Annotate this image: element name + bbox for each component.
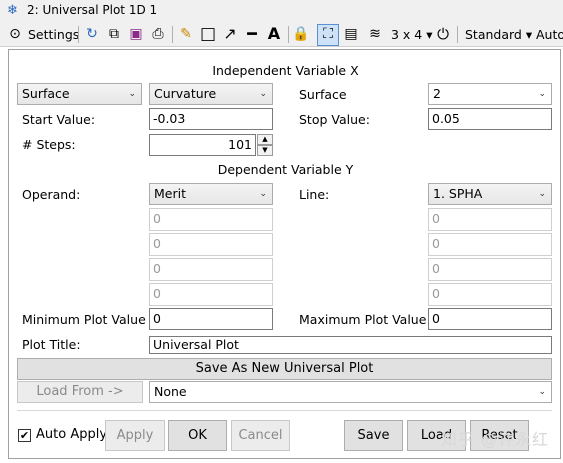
min-plot-value-label: Minimum Plot Value bbox=[22, 312, 146, 327]
auto-dropdown[interactable]: Auto bbox=[536, 25, 563, 44]
stop-value-label: Stop Value: bbox=[299, 112, 370, 127]
copy-icon[interactable]: ⧉ bbox=[105, 25, 123, 43]
toolbar-divider bbox=[172, 26, 173, 43]
apply-button: Apply bbox=[105, 420, 165, 451]
variable-type-select[interactable]: Surface ⌄ bbox=[17, 83, 142, 105]
app-icon: ❄ bbox=[7, 3, 18, 18]
watermark-text: 知乎 @许永红 bbox=[440, 430, 549, 449]
standard-dropdown[interactable]: Standard ▾ bbox=[465, 25, 532, 44]
auto-apply-label: Auto Apply bbox=[36, 427, 108, 442]
surface-select[interactable]: 2 ⌄ bbox=[428, 83, 552, 105]
layers-icon[interactable]: ≋ bbox=[366, 25, 384, 43]
toolbar: ⊙ Settings ↻ ⧉ ▣ ⎙ ✎ □ ↗ ━ A 🔒 ⛶ ▤ ≋ 3 x… bbox=[0, 22, 563, 47]
auto-apply-checkbox[interactable]: ✔ bbox=[18, 429, 31, 442]
max-plot-value-label: Maximum Plot Value bbox=[299, 312, 427, 327]
footer-divider bbox=[17, 410, 552, 411]
load-from-select[interactable]: None ⌄ bbox=[149, 381, 552, 403]
line-param-field: 0 bbox=[428, 233, 552, 256]
stop-value-input[interactable]: 0.05 bbox=[428, 108, 552, 130]
plot-title-input[interactable]: Universal Plot bbox=[149, 336, 552, 354]
line-param-field: 0 bbox=[428, 258, 552, 281]
ok-button[interactable]: OK bbox=[168, 420, 227, 451]
operand-param-field: 0 bbox=[149, 208, 273, 231]
chevron-down-icon: ⌄ bbox=[538, 89, 546, 99]
window-title: 2: Universal Plot 1D 1 bbox=[27, 3, 158, 17]
independent-variable-header: Independent Variable X bbox=[212, 63, 359, 78]
operand-label: Operand: bbox=[22, 187, 81, 202]
refresh-icon[interactable]: ↻ bbox=[83, 25, 101, 43]
toolbar-divider bbox=[78, 26, 79, 43]
steps-input[interactable]: 101 bbox=[149, 134, 256, 156]
cancel-button: Cancel bbox=[231, 420, 290, 451]
parameter-select[interactable]: Curvature ⌄ bbox=[149, 83, 273, 105]
text-icon[interactable]: A bbox=[265, 25, 283, 43]
operand-param-field: 0 bbox=[149, 258, 273, 281]
save-as-new-universal-plot-button[interactable]: Save As New Universal Plot bbox=[17, 358, 552, 380]
load-from-button: Load From -> bbox=[17, 381, 143, 403]
operand-select[interactable]: Merit ⌄ bbox=[149, 183, 273, 205]
max-plot-value-input[interactable]: 0 bbox=[428, 308, 552, 330]
start-value-label: Start Value: bbox=[22, 112, 96, 127]
chevron-down-icon: ⌄ bbox=[259, 89, 267, 99]
settings-icon[interactable]: ⊙ bbox=[6, 25, 24, 43]
window-icon[interactable]: ▤ bbox=[342, 25, 360, 43]
steps-up-button[interactable]: ▲ bbox=[257, 134, 273, 145]
save-button[interactable]: Save bbox=[344, 420, 403, 451]
start-value-input[interactable]: -0.03 bbox=[149, 108, 273, 130]
chevron-down-icon: ⌄ bbox=[259, 189, 267, 199]
save-icon[interactable]: ▣ bbox=[127, 25, 145, 43]
toolbar-divider bbox=[288, 26, 289, 43]
title-bar: ❄ 2: Universal Plot 1D 1 bbox=[0, 0, 563, 22]
surface-label: Surface bbox=[299, 87, 347, 102]
chevron-down-icon: ⌄ bbox=[538, 387, 546, 397]
line-icon[interactable]: ━ bbox=[243, 25, 261, 43]
pencil-icon[interactable]: ✎ bbox=[177, 25, 195, 43]
rectangle-icon[interactable]: □ bbox=[199, 25, 217, 43]
line-param-field: 0 bbox=[428, 208, 552, 231]
fit-view-icon[interactable]: ⛶ bbox=[317, 24, 339, 46]
chevron-down-icon: ⌄ bbox=[538, 189, 546, 199]
operand-param-field: 0 bbox=[149, 233, 273, 256]
line-param-field: 0 bbox=[428, 283, 552, 306]
layout-dropdown[interactable]: 3 x 4 ▾ bbox=[391, 25, 433, 44]
power-icon[interactable]: ⏻ bbox=[434, 25, 452, 43]
chevron-down-icon: ⌄ bbox=[128, 89, 136, 99]
plot-title-label: Plot Title: bbox=[22, 337, 81, 352]
operand-param-field: 0 bbox=[149, 283, 273, 306]
print-icon[interactable]: ⎙ bbox=[149, 25, 167, 43]
arrow-icon[interactable]: ↗ bbox=[221, 25, 239, 43]
dependent-variable-header: Dependent Variable Y bbox=[217, 162, 354, 177]
settings-panel: Independent Variable X Surface ⌄ Curvatur… bbox=[8, 49, 561, 459]
steps-down-button[interactable]: ▼ bbox=[257, 145, 273, 156]
steps-label: # Steps: bbox=[22, 137, 76, 152]
lock-icon[interactable]: 🔒 bbox=[292, 25, 310, 43]
line-select[interactable]: 1. SPHA ⌄ bbox=[428, 183, 552, 205]
toolbar-divider bbox=[457, 26, 458, 43]
min-plot-value-input[interactable]: 0 bbox=[149, 308, 273, 330]
settings-button[interactable]: Settings bbox=[28, 25, 79, 44]
line-label: Line: bbox=[299, 187, 330, 202]
